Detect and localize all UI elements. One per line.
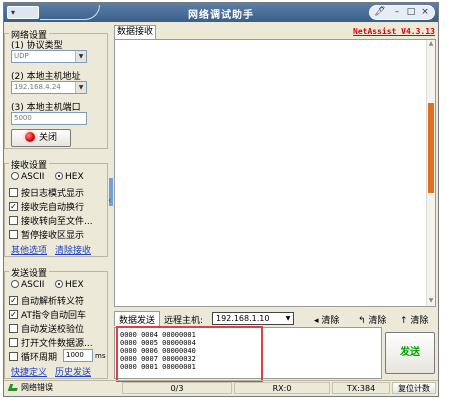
status-tx: TX:384 [332, 382, 390, 394]
close-connection-button[interactable]: 关闭 [11, 129, 71, 147]
checkbox-icon [9, 338, 18, 347]
close-button-label: 关闭 [38, 133, 57, 143]
recv-option-to-file[interactable]: 接收转向至文件... [9, 214, 93, 227]
send-ascii-label: ASCII [21, 280, 45, 290]
host-address-value: 192.168.4.24 [14, 83, 61, 91]
send-option-label: 自动解析转义符 [21, 297, 85, 307]
recv-option-auto-newline[interactable]: ✓ 接收完自动换行 [9, 200, 84, 213]
send-option-cycle[interactable]: 循环周期 [9, 350, 57, 363]
receive-scrollbar[interactable]: ▲ ▼ [426, 40, 435, 306]
remote-host-label: 远程主机: [164, 316, 204, 326]
recv-option-log-mode[interactable]: 按日志模式显示 [9, 186, 84, 199]
more-options-link[interactable]: 其他选项 [11, 243, 47, 256]
send-history-link[interactable]: 历史发送 [55, 365, 91, 378]
cycle-label: 循环周期 [21, 353, 58, 363]
receive-settings-group: 接收设置 ASCII HEX 按日志模式显示 ✓ 接收完自动换行 接收转向至文件.… [4, 158, 108, 257]
status-state: 网络错误 [4, 382, 100, 394]
close-window-button[interactable]: × [418, 6, 432, 19]
protocol-value: UDP [14, 52, 29, 60]
tab-send[interactable]: 数据发送 [114, 311, 161, 326]
send-text-input[interactable]: 0000 0004 00000001 0000 0005 00000004 00… [116, 326, 263, 382]
checkbox-icon [9, 230, 18, 239]
remote-host-select[interactable]: 192.168.1.10 :3000 ▼ [212, 312, 294, 334]
send-option-at-cr[interactable]: ✓ AT指令自动回车 [9, 308, 86, 321]
radio-selected-icon [55, 171, 63, 180]
host-address-select[interactable]: 192.168.4.24 ▼ [11, 81, 87, 94]
recv-option-label: 按日志模式显示 [21, 189, 85, 199]
send-ascii-radio[interactable]: ASCII [11, 279, 45, 290]
collapse-arrow-icon[interactable]: ‹ [108, 196, 112, 206]
cycle-unit: ms [95, 352, 106, 360]
window-controls: 🖊 – □ × [369, 5, 435, 20]
app-window: ▾ 网络调试助手 🖊 – □ × 网络设置 (1) 协议类型 UDP ▼ (2) 本地… [3, 2, 439, 397]
chevron-down-icon: ▼ [75, 82, 86, 93]
chevron-down-icon: ▼ [285, 315, 291, 322]
shortcut-define-link[interactable]: 快捷定义 [11, 365, 47, 378]
scroll-up-icon[interactable]: ▲ [427, 40, 435, 49]
send-option-label: 自动发送校验位 [21, 325, 85, 335]
checkbox-icon [9, 188, 18, 197]
receive-settings-title: 接收设置 [9, 158, 50, 171]
status-bar: 网络错误 0/3 RX:0 TX:384 复位计数 [4, 380, 438, 395]
radio-icon [11, 279, 19, 288]
checkbox-checked-icon: ✓ [9, 310, 18, 319]
checkbox-icon [9, 352, 18, 361]
clear-receive-link[interactable]: 清除接收 [55, 243, 91, 256]
send-option-label: AT指令自动回车 [21, 311, 86, 321]
recv-option-pause[interactable]: 暂停接收区显示 [9, 228, 84, 241]
clear-remote-button[interactable]: ◂ 清除 [314, 313, 339, 326]
send-toolbar: 数据发送 远程主机: 192.168.1.10 :3000 ▼ ◂ 清除 ↰ 清… [114, 311, 436, 334]
cycle-period-input[interactable]: 1000 [63, 349, 93, 362]
clear-send-button[interactable]: ↰ 清除 [358, 313, 386, 326]
checkbox-checked-icon: ✓ [9, 296, 18, 305]
red-circle-icon [24, 131, 35, 142]
scroll-down-icon[interactable]: ▼ [427, 297, 435, 306]
checkbox-icon [9, 324, 18, 333]
status-counter: 0/3 [122, 382, 232, 394]
checkbox-icon [9, 216, 18, 225]
send-option-file-source[interactable]: 打开文件数据源... [9, 336, 93, 349]
tab-receive[interactable]: 数据接收 [114, 25, 156, 39]
recv-ascii-label: ASCII [21, 172, 45, 182]
network-settings-group: 网络设置 (1) 协议类型 UDP ▼ (2) 本地主机地址 192.168.4… [4, 28, 108, 149]
send-option-escape[interactable]: ✓ 自动解析转义符 [9, 294, 84, 307]
clear-label: 清除 [410, 316, 429, 326]
connection-icon [7, 384, 20, 391]
send-settings-title: 发送设置 [9, 266, 50, 279]
recv-hex-label: HEX [65, 172, 84, 182]
scroll-thumb[interactable] [428, 103, 434, 193]
status-state-label: 网络错误 [21, 383, 53, 392]
clear-send-alt-button[interactable]: ↑ 清除 [400, 313, 428, 326]
recv-hex-radio[interactable]: HEX [55, 171, 84, 182]
recv-option-label: 接收转向至文件... [21, 217, 93, 227]
send-option-checksum[interactable]: 自动发送校验位 [9, 322, 84, 335]
pin-icon[interactable]: 🖊 [370, 6, 390, 19]
recv-option-label: 接收完自动换行 [21, 203, 85, 213]
send-hex-radio[interactable]: HEX [55, 279, 84, 290]
send-hex-label: HEX [65, 280, 84, 290]
maximize-button[interactable]: □ [404, 6, 418, 19]
title-bar: ▾ 网络调试助手 🖊 – □ × [4, 3, 438, 22]
minimize-button[interactable]: – [390, 6, 404, 19]
status-rx: RX:0 [234, 382, 330, 394]
radio-icon [11, 171, 19, 180]
clear-label: 清除 [368, 316, 387, 326]
send-settings-group: 发送设置 ASCII HEX ✓ 自动解析转义符 ✓ AT指令自动回车 自动发送校验… [4, 266, 108, 379]
receive-text-area[interactable]: ▲ ▼ [114, 39, 436, 307]
send-option-label: 打开文件数据源... [21, 339, 93, 349]
recv-ascii-radio[interactable]: ASCII [11, 171, 45, 182]
clear-label: 清除 [321, 316, 340, 326]
host-port-input[interactable]: 5000 [11, 112, 87, 125]
checkbox-checked-icon: ✓ [9, 202, 18, 211]
chevron-down-icon: ▼ [75, 51, 86, 62]
netassist-brand-link[interactable]: NetAssist V4.3.13 [353, 27, 435, 36]
send-text-area-frame: 0000 0004 00000001 0000 0005 00000004 00… [114, 326, 382, 382]
send-button[interactable]: 发送 [385, 332, 435, 374]
protocol-select[interactable]: UDP ▼ [11, 50, 87, 63]
reset-counter-button[interactable]: 复位计数 [392, 382, 436, 394]
radio-selected-icon [55, 279, 63, 288]
recv-option-label: 暂停接收区显示 [21, 231, 85, 241]
